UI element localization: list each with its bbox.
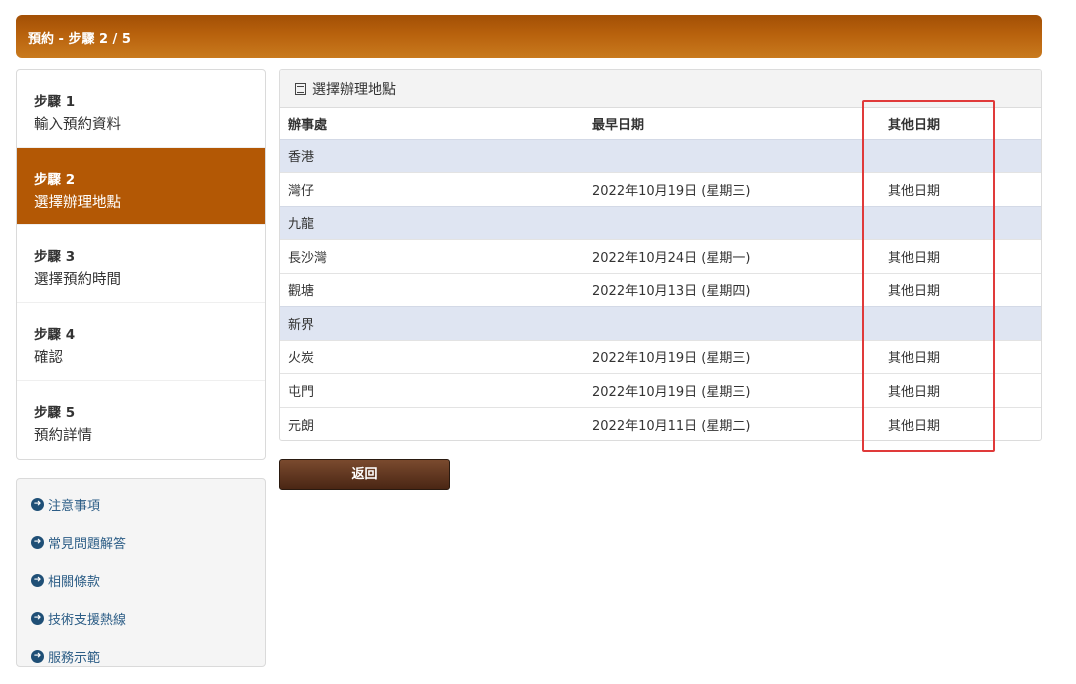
other-dates-link[interactable]: 其他日期 xyxy=(888,373,1041,407)
link-faq[interactable]: ➜ 常見問題解答 xyxy=(17,523,265,561)
office-name: 長沙灣 xyxy=(280,239,584,273)
step-4: 步驟 4 確認 xyxy=(17,303,265,381)
link-support-hotline[interactable]: ➜ 技術支援熱線 xyxy=(17,599,265,637)
arrow-circle-icon: ➜ xyxy=(31,649,44,663)
earliest-date-link[interactable]: 2022年10月19日 (星期三) xyxy=(584,172,888,206)
link-label[interactable]: 服務示範 xyxy=(48,647,100,666)
step-number: 步驟 4 xyxy=(34,327,76,343)
step-label: 確認 xyxy=(34,350,63,366)
region-row-kowloon: 九龍 xyxy=(280,205,1041,240)
step-1: 步驟 1 輸入預約資料 xyxy=(17,70,265,148)
list-icon xyxy=(295,82,306,95)
step-label: 輸入預約資料 xyxy=(34,117,121,133)
arrow-circle-icon: ➜ xyxy=(31,535,44,549)
arrow-circle-icon: ➜ xyxy=(31,573,44,587)
other-dates-link[interactable]: 其他日期 xyxy=(888,172,1041,206)
region-name: 新界 xyxy=(280,306,1041,340)
link-label[interactable]: 常見問題解答 xyxy=(48,533,126,552)
table-row: 灣仔 2022年10月19日 (星期三) 其他日期 xyxy=(280,172,1041,206)
earliest-date-link[interactable]: 2022年10月19日 (星期三) xyxy=(584,373,888,407)
step-5: 步驟 5 預約詳情 xyxy=(17,381,265,459)
table-row: 元朗 2022年10月11日 (星期二) 其他日期 xyxy=(280,406,1041,440)
link-label[interactable]: 相關條款 xyxy=(48,571,100,590)
earliest-date-link[interactable]: 2022年10月13日 (星期四) xyxy=(584,272,888,307)
office-name: 元朗 xyxy=(280,406,584,440)
office-table: 辦事處 最早日期 其他日期 香港 灣仔 2022年10月19日 (星期三) 其他… xyxy=(280,108,1041,440)
step-label: 選擇辦理地點 xyxy=(34,195,121,211)
other-dates-link[interactable]: 其他日期 xyxy=(888,339,1041,374)
column-header-earliest-date: 最早日期 xyxy=(592,117,645,133)
earliest-date-link[interactable]: 2022年10月19日 (星期三) xyxy=(584,339,888,374)
step-3: 步驟 3 選擇預約時間 xyxy=(17,225,265,303)
office-selection-panel: 選擇辦理地點 辦事處 最早日期 其他日期 香港 灣仔 2022年10月19日 (… xyxy=(279,69,1042,441)
page-title: 預約 - 步驟 2 / 5 xyxy=(28,32,131,47)
region-row-new-territories: 新界 xyxy=(280,306,1041,340)
page-header-banner: 預約 - 步驟 2 / 5 xyxy=(16,15,1042,58)
table-row: 長沙灣 2022年10月24日 (星期一) 其他日期 xyxy=(280,239,1041,273)
earliest-date-link[interactable]: 2022年10月11日 (星期二) xyxy=(584,406,888,440)
arrow-circle-icon: ➜ xyxy=(31,497,44,511)
link-notes[interactable]: ➜ 注意事項 xyxy=(17,485,265,523)
table-row: 火炭 2022年10月19日 (星期三) 其他日期 xyxy=(280,339,1041,374)
link-label[interactable]: 技術支援熱線 xyxy=(48,609,126,628)
table-header-row: 辦事處 最早日期 其他日期 xyxy=(280,108,1041,139)
column-header-office: 辦事處 xyxy=(288,117,328,133)
other-dates-link[interactable]: 其他日期 xyxy=(888,272,1041,307)
step-number: 步驟 5 xyxy=(34,405,76,421)
step-number: 步驟 2 xyxy=(34,172,76,188)
step-label: 預約詳情 xyxy=(34,428,92,444)
table-row: 觀塘 2022年10月13日 (星期四) 其他日期 xyxy=(280,272,1041,307)
step-label: 選擇預約時間 xyxy=(34,272,121,288)
link-label[interactable]: 注意事項 xyxy=(48,495,100,514)
steps-sidebar: 步驟 1 輸入預約資料 步驟 2 選擇辦理地點 步驟 3 選擇預約時間 步驟 4… xyxy=(16,69,266,460)
region-name: 九龍 xyxy=(280,205,1041,240)
office-name: 屯門 xyxy=(280,373,584,407)
column-header-other-dates: 其他日期 xyxy=(888,117,941,133)
link-terms[interactable]: ➜ 相關條款 xyxy=(17,561,265,599)
region-row-hong-kong: 香港 xyxy=(280,138,1041,173)
other-dates-link[interactable]: 其他日期 xyxy=(888,239,1041,273)
link-demo[interactable]: ➜ 服務示範 xyxy=(17,637,265,675)
office-name: 火炭 xyxy=(280,339,584,374)
step-number: 步驟 3 xyxy=(34,249,76,265)
earliest-date-link[interactable]: 2022年10月24日 (星期一) xyxy=(584,239,888,273)
region-name: 香港 xyxy=(280,138,1041,173)
back-button[interactable]: 返回 xyxy=(279,459,450,490)
panel-header: 選擇辦理地點 xyxy=(280,70,1041,108)
office-name: 灣仔 xyxy=(280,172,584,206)
office-name: 觀塘 xyxy=(280,272,584,307)
table-row: 屯門 2022年10月19日 (星期三) 其他日期 xyxy=(280,373,1041,407)
step-number: 步驟 1 xyxy=(34,94,76,110)
other-dates-link[interactable]: 其他日期 xyxy=(888,406,1041,440)
panel-title: 選擇辦理地點 xyxy=(312,81,396,98)
arrow-circle-icon: ➜ xyxy=(31,611,44,625)
step-2-active: 步驟 2 選擇辦理地點 xyxy=(17,148,265,225)
help-links-panel: ➜ 注意事項 ➜ 常見問題解答 ➜ 相關條款 ➜ 技術支援熱線 ➜ 服務示範 xyxy=(16,478,266,667)
